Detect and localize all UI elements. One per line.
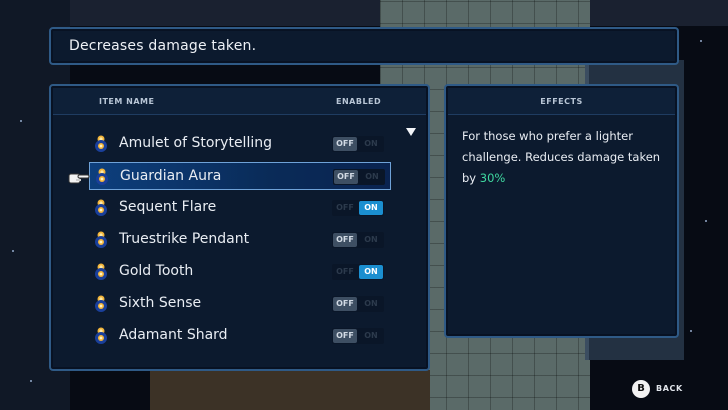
description-text: Decreases damage taken. — [69, 38, 257, 54]
enabled-toggle[interactable]: OFF ON — [333, 169, 385, 185]
column-header-item-name: ITEM NAME — [99, 97, 155, 106]
effects-header: EFFECTS — [540, 97, 583, 106]
item-row-sixth-sense[interactable]: Sixth Sense OFF ON — [89, 290, 391, 318]
background-top-strip — [0, 0, 728, 26]
effects-panel-header: EFFECTS — [448, 88, 675, 115]
item-label: Amulet of Storytelling — [119, 135, 272, 151]
relic-icon — [95, 295, 107, 312]
enabled-toggle[interactable]: OFF ON — [332, 136, 384, 152]
toggle-off[interactable]: OFF — [333, 201, 357, 215]
item-label: Sixth Sense — [119, 295, 202, 311]
column-header-enabled: ENABLED — [336, 97, 382, 106]
toggle-on[interactable]: ON — [360, 170, 384, 184]
item-label: Adamant Shard — [119, 327, 228, 343]
item-label: Gold Tooth — [119, 263, 194, 279]
effects-percent: 30% — [479, 171, 506, 185]
toggle-on[interactable]: ON — [359, 201, 383, 215]
toggle-off[interactable]: OFF — [333, 137, 357, 151]
scroll-down-icon[interactable] — [406, 128, 416, 136]
pointer-hand-icon — [68, 173, 90, 184]
item-label: Guardian Aura — [120, 168, 222, 184]
toggle-off[interactable]: OFF — [333, 233, 357, 247]
item-row-adamant-shard[interactable]: Adamant Shard OFF ON — [89, 322, 391, 350]
background-lower-floor — [150, 370, 430, 410]
toggle-off[interactable]: OFF — [333, 297, 357, 311]
items-panel-header: ITEM NAME ENABLED — [53, 88, 426, 115]
toggle-on[interactable]: ON — [359, 265, 383, 279]
star — [30, 380, 32, 382]
toggle-on[interactable]: ON — [359, 137, 383, 151]
toggle-off[interactable]: OFF — [333, 329, 357, 343]
relic-icon — [95, 231, 107, 248]
star — [690, 330, 692, 332]
relic-icon — [95, 327, 107, 344]
star — [20, 120, 22, 122]
b-button-icon: B — [632, 380, 650, 398]
relic-icon — [95, 135, 107, 152]
toggle-on[interactable]: ON — [359, 233, 383, 247]
toggle-off[interactable]: OFF — [333, 265, 357, 279]
relic-icon — [95, 199, 107, 216]
toggle-on[interactable]: ON — [359, 329, 383, 343]
item-label: Sequent Flare — [119, 199, 217, 215]
enabled-toggle[interactable]: OFF ON — [332, 264, 384, 280]
description-bar: Decreases damage taken. — [49, 27, 679, 65]
effects-description: For those who prefer a lighter challenge… — [462, 126, 667, 189]
enabled-toggle[interactable]: OFF ON — [332, 200, 384, 216]
back-label: BACK — [656, 384, 683, 393]
toggle-off[interactable]: OFF — [334, 170, 358, 184]
item-label: Truestrike Pendant — [119, 231, 250, 247]
item-row-truestrike-pendant[interactable]: Truestrike Pendant OFF ON — [89, 226, 391, 254]
relic-icon — [95, 263, 107, 280]
toggle-on[interactable]: ON — [359, 297, 383, 311]
effects-panel: EFFECTS For those who prefer a lighter c… — [444, 84, 679, 338]
items-panel: ITEM NAME ENABLED Amulet of Storytelling… — [49, 84, 430, 371]
item-row-gold-tooth[interactable]: Gold Tooth OFF ON — [89, 258, 391, 286]
enabled-toggle[interactable]: OFF ON — [332, 232, 384, 248]
star — [705, 220, 707, 222]
relic-icon — [96, 168, 108, 185]
enabled-toggle[interactable]: OFF ON — [332, 328, 384, 344]
star — [700, 40, 702, 42]
star — [12, 250, 14, 252]
enabled-toggle[interactable]: OFF ON — [332, 296, 384, 312]
item-row-amulet-of-storytelling[interactable]: Amulet of Storytelling OFF ON — [89, 130, 391, 158]
item-row-sequent-flare[interactable]: Sequent Flare OFF ON — [89, 194, 391, 222]
item-row-guardian-aura[interactable]: Guardian Aura OFF ON — [89, 162, 391, 190]
